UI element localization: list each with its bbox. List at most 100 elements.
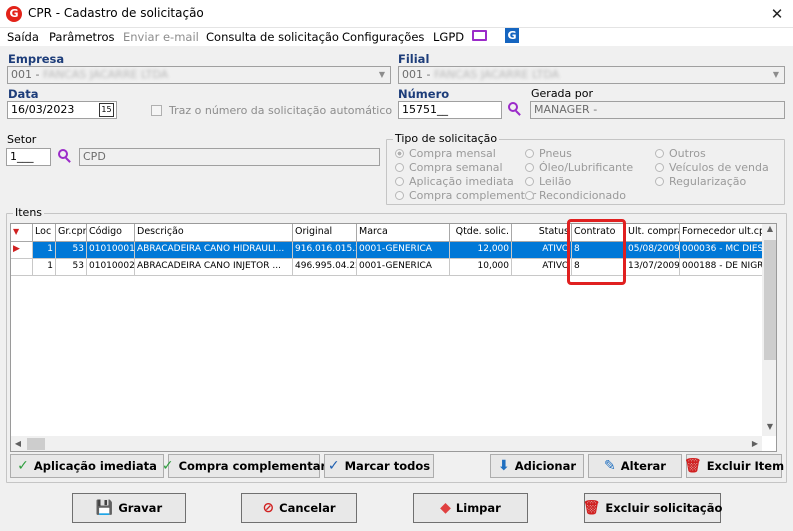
radio-compra-semanal[interactable]: Compra semanal [395, 161, 503, 174]
current-row-icon: ▶ [13, 244, 20, 254]
col-header-ult-compra[interactable]: Ult. compra [626, 224, 680, 242]
col-header-descricao[interactable]: Descrição [135, 224, 293, 242]
add-icon: ⬇ [497, 458, 510, 474]
radio-regularizacao[interactable]: Regularização [655, 175, 746, 188]
excluir-item-button[interactable]: 🗑 Excluir Item [683, 454, 784, 478]
radio-dot [395, 149, 404, 158]
cell-qtde: 12,000 [450, 242, 512, 259]
menu-saida[interactable]: Saída [7, 30, 39, 44]
save-icon: 💾 [95, 500, 114, 516]
calendar-icon[interactable]: 15 [99, 103, 114, 117]
col-header-status[interactable]: Status [512, 224, 572, 242]
filial-label: Filial [398, 52, 430, 66]
monitor-icon[interactable] [472, 30, 487, 41]
sort-down-icon: ▼ [13, 227, 20, 236]
marcar-todos-button[interactable]: ✓ Marcar todos [324, 454, 434, 478]
col-header-fornecedor[interactable]: Fornecedor ult.cpr [680, 224, 764, 242]
col-header-marca[interactable]: Marca [357, 224, 450, 242]
radio-dot [655, 163, 664, 172]
adicionar-button[interactable]: ⬇ Adicionar [490, 454, 584, 478]
col-header-grcpr[interactable]: Gr.cpr [56, 224, 87, 242]
radio-recondicionado[interactable]: Recondicionado [525, 189, 626, 202]
tipo-solicitacao-title: Tipo de solicitação [393, 132, 500, 145]
data-field[interactable]: 16/03/2023 15 [7, 101, 117, 119]
scroll-thumb[interactable] [764, 240, 776, 360]
radio-veiculos-venda[interactable]: Veículos de venda [655, 161, 769, 174]
aplicacao-imediata-button[interactable]: ✓ Aplicação imediata [10, 454, 164, 478]
search-icon[interactable] [58, 149, 72, 163]
scroll-up-icon[interactable]: ▲ [762, 224, 776, 238]
chevron-down-icon[interactable]: ▼ [375, 68, 389, 82]
cell-grcpr: 53 [56, 242, 87, 259]
cell-qtde: 10,000 [450, 259, 512, 276]
scroll-down-icon[interactable]: ▼ [762, 422, 776, 436]
title-bar: G CPR - Cadastro de solicitação ✕ [0, 0, 793, 28]
menu-parametros[interactable]: Parâmetros [49, 30, 115, 44]
cell-status: ATIVO [512, 259, 572, 276]
setor-code-field[interactable]: 1___ [6, 148, 51, 166]
radio-compra-complementar[interactable]: Compra complementar [395, 189, 536, 202]
filial-select[interactable]: 001 - FANCAS JACARRE LTDA ▼ [398, 66, 785, 84]
compra-complementar-button[interactable]: ✓ Compra complementar [162, 454, 326, 478]
cell-marca: 0001-GENERICA [357, 259, 450, 276]
radio-pneus[interactable]: Pneus [525, 147, 572, 160]
radio-dot [395, 163, 404, 172]
data-label: Data [8, 87, 39, 101]
menu-bar: Saída Parâmetros Enviar e-mail Consulta … [0, 28, 793, 46]
gravar-button[interactable]: 💾 Gravar [72, 493, 186, 523]
gerada-por-label: Gerada por [531, 87, 594, 100]
col-header-codigo[interactable]: Código [87, 224, 135, 242]
col-header-original[interactable]: Original [293, 224, 357, 242]
check-icon: ✓ [17, 458, 29, 474]
empresa-label: Empresa [8, 52, 65, 66]
auto-number-checkbox[interactable] [151, 105, 162, 116]
radio-dot [525, 149, 534, 158]
limpar-button[interactable]: ◆ Limpar [413, 493, 528, 523]
cancelar-button[interactable]: ⊘ Cancelar [241, 493, 357, 523]
radio-leilao[interactable]: Leilão [525, 175, 571, 188]
cell-ult-compra: 05/08/2009 [626, 242, 680, 259]
horizontal-scrollbar[interactable]: ◀ ▶ [11, 436, 762, 451]
col-header-qtde[interactable]: Qtde. solic. [450, 224, 512, 242]
numero-label: Número [398, 87, 450, 101]
menu-configuracoes[interactable]: Configurações [342, 30, 424, 44]
alterar-button[interactable]: ✎ Alterar [588, 454, 682, 478]
search-icon[interactable] [508, 102, 522, 116]
scroll-right-icon[interactable]: ▶ [748, 436, 762, 451]
scroll-thumb[interactable] [27, 438, 45, 450]
empresa-select[interactable]: 001 - FANCAS JACARRE LTDA ▼ [7, 66, 391, 84]
radio-dot [395, 191, 404, 200]
menu-consulta-solicitacao[interactable]: Consulta de solicitação [206, 30, 339, 44]
cell-loc: 1 [33, 242, 56, 259]
check-icon: ✓ [161, 458, 174, 474]
cell-fornecedor: 000036 - MC DIES... [680, 242, 764, 259]
scroll-left-icon[interactable]: ◀ [11, 436, 25, 451]
items-grid[interactable]: ▼ Loc Gr.cpr Código Descrição Original M… [10, 223, 777, 452]
cell-codigo: 01010001 [87, 242, 135, 259]
menu-lgpd[interactable]: LGPD [433, 30, 464, 44]
cell-descricao: ABRACADEIRA CANO HIDRAULI... [135, 242, 293, 259]
numero-field[interactable]: 15751__ [398, 101, 502, 119]
trash-icon: 🗑 [683, 458, 702, 474]
radio-dot [655, 177, 664, 186]
cell-loc: 1 [33, 259, 56, 276]
setor-name-field: CPD [79, 148, 380, 166]
radio-oleo-lubrificante[interactable]: Óleo/Lubrificante [525, 161, 633, 174]
radio-outros[interactable]: Outros [655, 147, 706, 160]
radio-dot [395, 177, 404, 186]
trash-icon: 🗑 [582, 500, 601, 516]
menu-enviar-email[interactable]: Enviar e-mail [123, 30, 199, 44]
close-icon[interactable]: ✕ [766, 3, 788, 25]
radio-dot [525, 163, 534, 172]
help-icon[interactable]: G [505, 28, 519, 43]
radio-compra-mensal[interactable]: Compra mensal [395, 147, 496, 160]
col-header-loc[interactable]: Loc [33, 224, 56, 242]
eraser-icon: ◆ [440, 500, 451, 516]
chevron-down-icon[interactable]: ▼ [769, 68, 783, 82]
vertical-scrollbar[interactable]: ▲ ▼ [762, 224, 776, 436]
row-indicator: ▶ [11, 242, 33, 259]
auto-number-label: Traz o número da solicitação automático [169, 104, 393, 117]
excluir-solicitacao-button[interactable]: 🗑 Excluir solicitação [582, 493, 722, 523]
gerada-por-field: MANAGER - [530, 101, 785, 119]
radio-aplicacao-imediata[interactable]: Aplicação imediata [395, 175, 514, 188]
